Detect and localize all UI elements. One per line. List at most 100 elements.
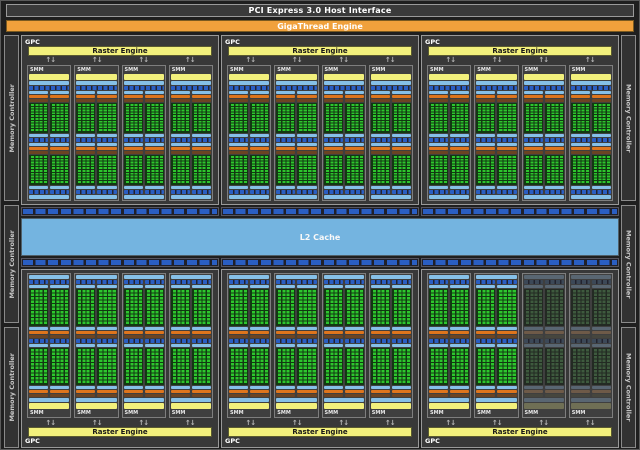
register-file-bar <box>497 99 516 102</box>
smm-label-row: SMM <box>229 410 269 416</box>
processing-block <box>29 280 48 338</box>
dispatch-unit-bar <box>497 95 516 98</box>
smm-label-row: SMM <box>371 410 411 416</box>
processing-block <box>97 339 116 397</box>
cuda-core-grid <box>371 103 390 133</box>
warp-scheduler-bar <box>192 386 211 389</box>
gpc-block-2: GPCRaster Engine↑↓↑↓↑↓↑↓SMMSMMSMMSMM <box>221 35 419 205</box>
warp-scheduler-bar <box>192 91 211 94</box>
smm-label: SMM <box>29 410 44 416</box>
dispatch-unit-bar <box>229 331 248 334</box>
instruction-cache-bar <box>229 81 269 85</box>
processing-block <box>345 143 364 194</box>
dispatch-unit-bar <box>429 390 448 393</box>
instruction-cache-bar <box>324 81 364 85</box>
shared-memory-bar <box>29 195 69 199</box>
gpc-label: GPC <box>224 437 240 445</box>
memory-controller-box: Memory Controller <box>4 205 19 323</box>
cuda-core-grid <box>171 155 190 185</box>
smm-column <box>276 280 295 397</box>
polymorph-engine-bar <box>229 74 269 80</box>
dispatch-unit-bar <box>571 95 590 98</box>
dispatch-unit-bar <box>345 331 364 334</box>
gpc-block-5: SMMSMMSMMSMM↑↓↑↓↑↓↑↓Raster EngineGPC <box>221 269 419 448</box>
dispatch-unit-bar <box>192 147 211 150</box>
gpc-block-4: SMMSMMSMMSMM↑↓↑↓↑↓↑↓Raster EngineGPC <box>21 269 219 448</box>
warp-scheduler-bar <box>592 91 611 94</box>
texture-cache-bar <box>124 134 143 137</box>
register-file-bar <box>29 99 48 102</box>
smm-columns <box>171 280 211 397</box>
smm-column <box>345 91 364 194</box>
instruction-cache-bar <box>29 81 69 85</box>
texture-units-bar <box>229 339 248 343</box>
memory-controller-label: Memory Controller <box>8 230 16 299</box>
polymorph-engine-bar <box>324 74 364 80</box>
texture-cache-bar <box>476 134 495 137</box>
smm-label-row: SMM <box>371 67 411 73</box>
warp-scheduler-bar <box>171 91 190 94</box>
smm-column <box>371 91 390 194</box>
warp-scheduler-bar <box>97 91 116 94</box>
dispatch-unit-bar <box>97 331 116 334</box>
dispatch-unit-bar <box>229 95 248 98</box>
cuda-core-grid <box>229 289 248 326</box>
dispatch-unit-bar <box>324 147 343 150</box>
warp-scheduler-bar <box>592 143 611 146</box>
smm-label-row: SMM <box>124 67 164 73</box>
l2-cache-bar: L2 Cache <box>21 218 619 256</box>
texture-cache-bar <box>192 285 211 288</box>
raster-engine-bar: Raster Engine <box>428 427 612 437</box>
register-file-bar <box>450 394 469 397</box>
texture-cache-bar <box>276 134 295 137</box>
dispatch-unit-bar <box>450 95 469 98</box>
smm-columns <box>276 91 316 194</box>
gpc-block-1: GPCRaster Engine↑↓↑↓↑↓↑↓SMMSMMSMMSMM <box>21 35 219 205</box>
polymorph-engine-bar <box>124 74 164 80</box>
processing-block <box>429 339 448 397</box>
processing-block <box>276 339 295 397</box>
warp-scheduler-bar <box>276 386 295 389</box>
texture-units-bar <box>97 138 116 142</box>
smm-label-row: SMM <box>524 67 564 73</box>
warp-scheduler-bar <box>171 327 190 330</box>
shared-memory-bar <box>324 275 364 279</box>
warp-scheduler-bar <box>476 91 495 94</box>
register-file-bar <box>592 151 611 154</box>
processing-block <box>276 91 295 142</box>
texture-units-bar <box>345 280 364 284</box>
smm-column <box>76 91 95 194</box>
smm-label-row: SMM <box>324 67 364 73</box>
texture-units-bar <box>171 138 190 142</box>
texture-units-bar <box>97 339 116 343</box>
dispatch-unit-bar <box>571 331 590 334</box>
cuda-core-grid <box>371 289 390 326</box>
register-file-bar <box>324 151 343 154</box>
cuda-core-grid <box>476 348 495 385</box>
smm-columns <box>124 91 164 194</box>
dispatch-unit-bar <box>50 390 69 393</box>
smm-unit: SMM <box>274 273 318 418</box>
texture-cache-bar <box>97 134 116 137</box>
raster-smm-arrows-row: ↑↓↑↓↑↓↑↓ <box>224 56 416 64</box>
dispatch-unit-bar <box>324 390 343 393</box>
instruction-buffer-bar <box>524 86 564 90</box>
cuda-core-grid <box>297 289 316 326</box>
dispatch-unit-bar <box>29 331 48 334</box>
texture-cache-bar <box>545 285 564 288</box>
smm-unit: SMM <box>569 65 613 201</box>
smm-column <box>476 280 495 397</box>
updown-arrows-icon: ↑↓ <box>367 56 414 64</box>
texture-units-bar <box>497 280 516 284</box>
polymorph-engine-bar <box>571 74 611 80</box>
texture-units-bar <box>192 339 211 343</box>
warp-scheduler-bar <box>371 327 390 330</box>
instruction-cache-bar <box>571 398 611 402</box>
register-file-bar <box>250 99 269 102</box>
dispatch-unit-bar <box>29 390 48 393</box>
processing-block <box>571 143 590 194</box>
smm-label: SMM <box>276 410 291 416</box>
l2-cache-label: L2 Cache <box>300 233 341 242</box>
dispatch-unit-bar <box>171 95 190 98</box>
cuda-core-grid <box>97 155 116 185</box>
